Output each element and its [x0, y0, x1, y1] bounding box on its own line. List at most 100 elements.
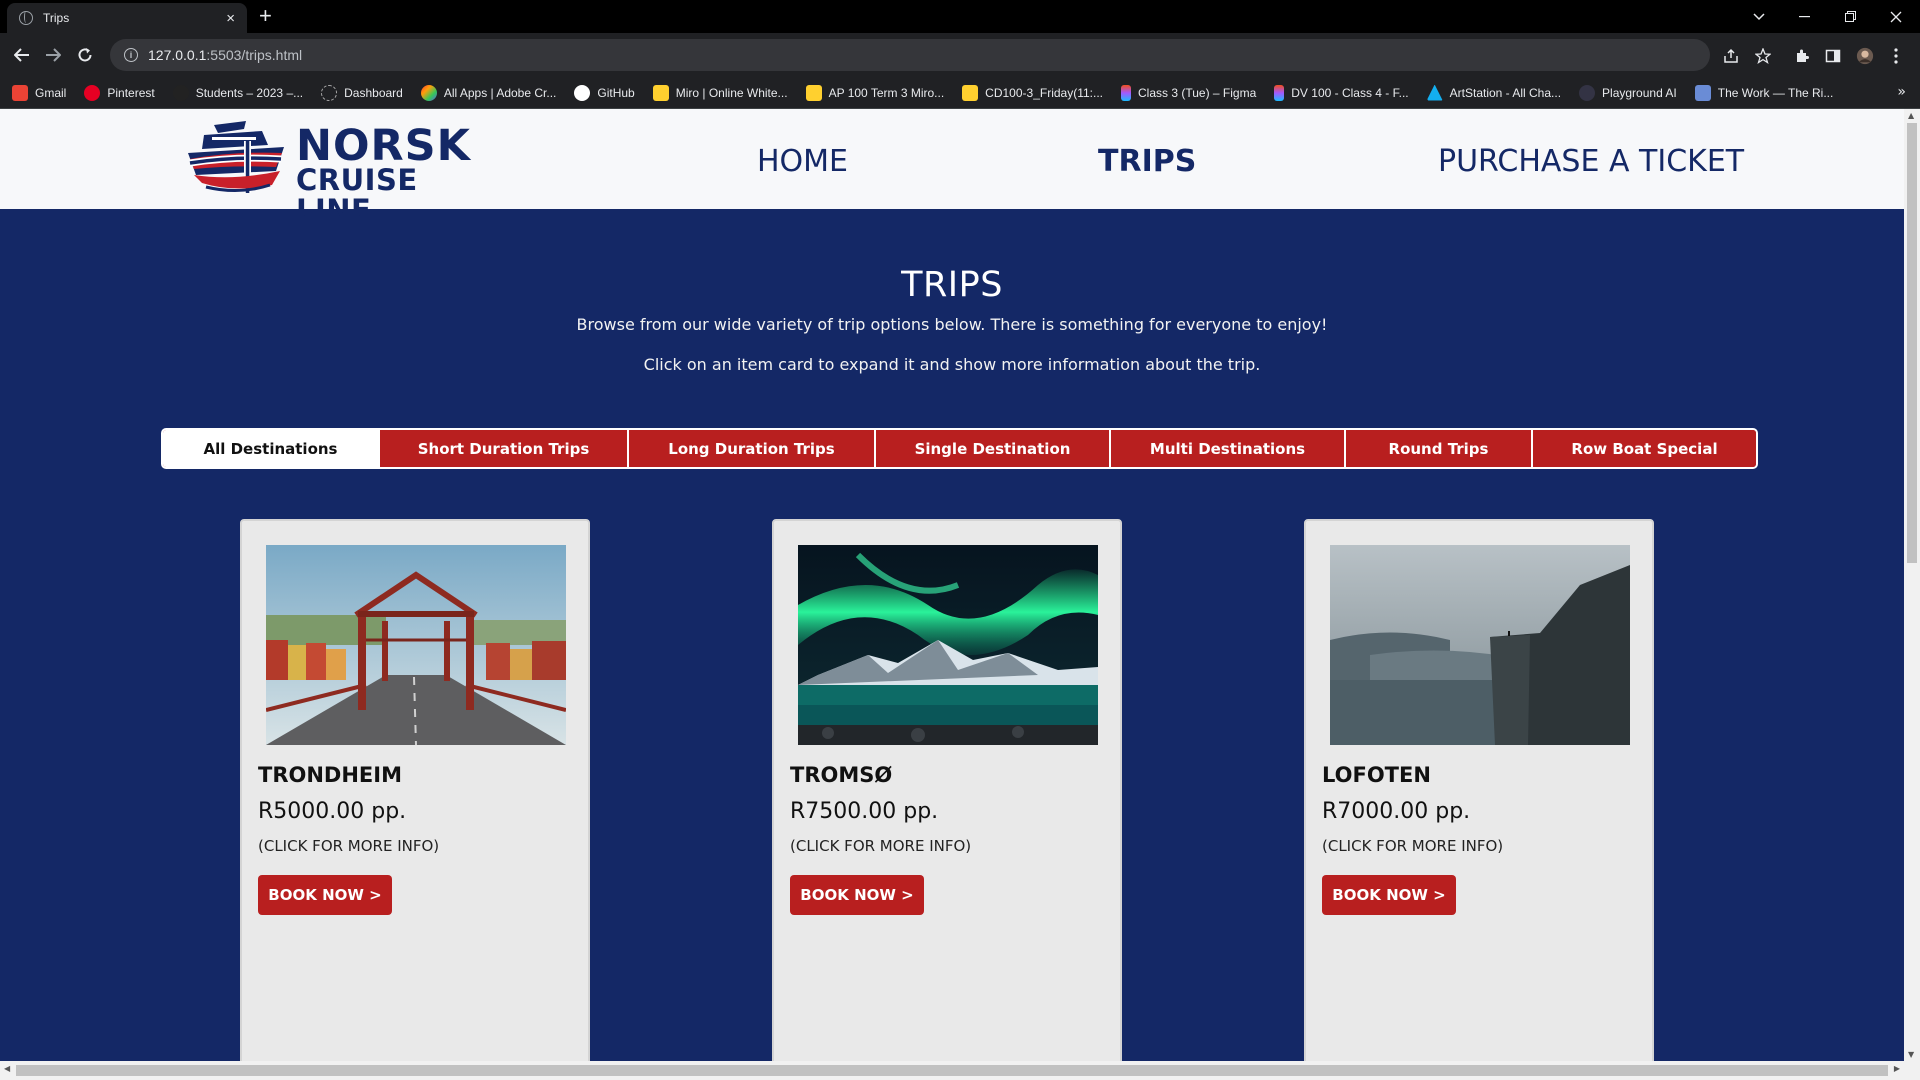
site-logo[interactable]: NORSK CRUISE LINE [184, 119, 494, 225]
intro-section: TRIPS Browse from our wide variety of tr… [0, 265, 1904, 374]
trip-more-info: (CLICK FOR MORE INFO) [790, 837, 972, 855]
trip-card-tromso[interactable]: TROMSØ R7500.00 pp. (CLICK FOR MORE INFO… [772, 519, 1122, 1061]
artstation-icon [1426, 84, 1443, 101]
bookmark-item[interactable]: GitHub [574, 84, 635, 101]
bookmark-item[interactable]: CD100-3_Friday(11:... [962, 84, 1103, 101]
tab-search-icon[interactable] [1736, 0, 1782, 33]
trip-name: TRONDHEIM [258, 763, 402, 787]
url-host: 127.0.0.1 [148, 47, 207, 63]
scroll-right-icon[interactable]: ▶ [1894, 1064, 1900, 1073]
bookmark-item[interactable]: Pinterest [84, 84, 155, 101]
figma-icon [1274, 84, 1285, 101]
filter-short-duration[interactable]: Short Duration Trips [380, 430, 629, 467]
url-path: :5503/trips.html [206, 47, 303, 63]
figma-icon [1121, 84, 1131, 101]
bookmark-star-icon[interactable] [1754, 47, 1772, 65]
the-work-icon [1694, 84, 1711, 101]
book-now-button[interactable]: BOOK NOW > [790, 875, 924, 915]
minimize-icon[interactable] [1781, 0, 1827, 33]
back-arrow-icon[interactable] [8, 41, 36, 69]
new-tab-button[interactable]: + [259, 5, 272, 27]
horizontal-scrollbar[interactable]: ◀ ▶ [0, 1061, 1920, 1080]
vertical-scroll-thumb[interactable] [1907, 123, 1917, 563]
profile-avatar[interactable] [1856, 47, 1874, 65]
playground-icon [1579, 84, 1596, 101]
filter-long-duration[interactable]: Long Duration Trips [629, 430, 876, 467]
scroll-up-icon[interactable]: ▲ [1908, 111, 1914, 120]
trip-filter-bar: All Destinations Short Duration Trips Lo… [161, 428, 1758, 469]
trip-more-info: (CLICK FOR MORE INFO) [1322, 837, 1504, 855]
nav-trips[interactable]: TRIPS [1098, 145, 1196, 179]
browser-toolbar: i 127.0.0.1:5503/trips.html [0, 33, 1920, 77]
pinterest-icon [84, 84, 101, 101]
filter-round-trips[interactable]: Round Trips [1346, 430, 1533, 467]
bookmark-item[interactable]: Class 3 (Tue) – Figma [1121, 84, 1256, 101]
bookmark-item[interactable]: DV 100 - Class 4 - F... [1274, 84, 1409, 101]
bookmark-item[interactable]: The Work — The Ri... [1694, 84, 1833, 101]
restore-icon[interactable] [1827, 0, 1873, 33]
trip-name: TROMSØ [790, 763, 893, 787]
close-window-icon[interactable] [1873, 0, 1919, 33]
intro-text: Browse from our wide variety of trip opt… [576, 315, 1328, 334]
book-now-button[interactable]: BOOK NOW > [1322, 875, 1456, 915]
bookmark-item[interactable]: Students – 2023 –... [172, 84, 303, 101]
filter-all-destinations[interactable]: All Destinations [163, 430, 380, 467]
forward-arrow-icon[interactable] [39, 41, 67, 69]
bookmark-item[interactable]: AP 100 Term 3 Miro... [805, 84, 944, 101]
trip-more-info: (CLICK FOR MORE INFO) [258, 837, 440, 855]
share-icon[interactable] [1722, 47, 1740, 65]
trip-photo-aurora [798, 545, 1098, 745]
bookmarks-bar: Gmail Pinterest Students – 2023 –... Das… [0, 77, 1920, 109]
nav-purchase-ticket[interactable]: PURCHASE A TICKET [1438, 145, 1744, 179]
miro-icon [805, 84, 822, 101]
gmail-icon [12, 84, 28, 101]
trip-price: R7500.00 pp. [790, 799, 939, 824]
trip-price: R7000.00 pp. [1322, 799, 1471, 824]
vertical-scrollbar[interactable]: ▲ ▼ [1904, 109, 1920, 1061]
site-info-icon[interactable]: i [124, 48, 138, 62]
scroll-down-icon[interactable]: ▼ [1908, 1050, 1914, 1059]
page-title: TRIPS [901, 265, 1003, 305]
trip-card-trondheim[interactable]: TRONDHEIM R5000.00 pp. (CLICK FOR MORE I… [240, 519, 590, 1061]
browser-tab[interactable]: Trips × [7, 3, 247, 33]
book-now-button[interactable]: BOOK NOW > [258, 875, 392, 915]
bookmark-item[interactable]: Gmail [12, 84, 66, 101]
tab-close-icon[interactable]: × [226, 10, 235, 27]
nav-home[interactable]: HOME [757, 145, 848, 179]
page-viewport: NORSK CRUISE LINE HOME TRIPS PURCHASE A … [0, 109, 1904, 1061]
side-panel-icon[interactable] [1824, 47, 1842, 65]
filter-single-destination[interactable]: Single Destination [876, 430, 1111, 467]
extensions-icon[interactable] [1793, 47, 1811, 65]
filter-row-boat-special[interactable]: Row Boat Special [1533, 430, 1756, 467]
tab-title: Trips [43, 11, 70, 25]
menu-dots-icon[interactable] [1887, 47, 1905, 65]
scroll-left-icon[interactable]: ◀ [4, 1064, 10, 1073]
github-icon [574, 84, 591, 101]
bookmark-item[interactable]: Playground AI [1579, 84, 1677, 101]
adobe-icon [420, 84, 437, 101]
trip-price: R5000.00 pp. [258, 799, 407, 824]
trip-name: LOFOTEN [1322, 763, 1431, 787]
bookmark-item[interactable]: All Apps | Adobe Cr... [420, 84, 556, 101]
students-icon [172, 84, 189, 101]
globe-icon [19, 11, 33, 25]
ship-logo-icon [188, 121, 284, 193]
intro-hint: Click on an item card to expand it and s… [643, 355, 1261, 374]
logo-wordmark-cruise-line: CRUISE LINE [296, 163, 418, 227]
site-header: NORSK CRUISE LINE HOME TRIPS PURCHASE A … [0, 109, 1904, 225]
dashboard-icon [321, 84, 338, 101]
bookmarks-overflow-icon[interactable]: » [1897, 84, 1906, 100]
filter-multi-destinations[interactable]: Multi Destinations [1111, 430, 1346, 467]
bookmark-item[interactable]: Dashboard [321, 84, 403, 101]
bookmark-item[interactable]: ArtStation - All Cha... [1426, 84, 1561, 101]
trip-photo-cliff [1330, 545, 1630, 745]
miro-icon [652, 84, 669, 101]
reload-icon[interactable] [71, 41, 99, 69]
miro-icon [962, 84, 979, 101]
browser-tab-strip: Trips × + [0, 0, 1920, 33]
trip-photo-bridge [266, 545, 566, 745]
address-bar[interactable]: i 127.0.0.1:5503/trips.html [110, 39, 1710, 71]
horizontal-scroll-thumb[interactable] [16, 1065, 1888, 1076]
trip-card-lofoten[interactable]: LOFOTEN R7000.00 pp. (CLICK FOR MORE INF… [1304, 519, 1654, 1061]
bookmark-item[interactable]: Miro | Online White... [652, 84, 788, 101]
